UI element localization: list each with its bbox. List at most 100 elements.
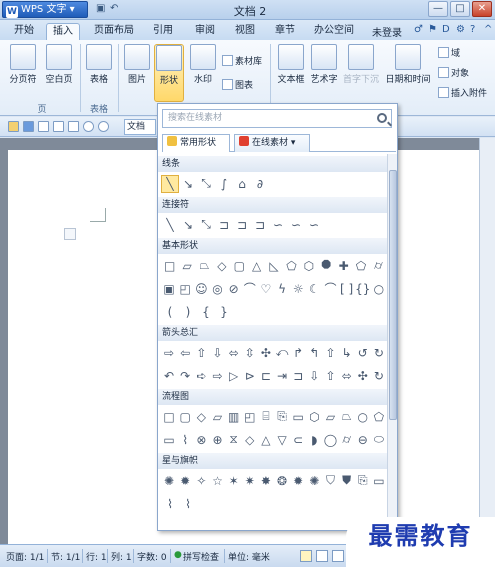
- pentagon-shape-icon[interactable]: ⬠: [283, 257, 300, 275]
- web-view-icon[interactable]: [332, 550, 344, 562]
- cross-shape-icon[interactable]: ✚: [335, 257, 352, 275]
- arrow-shape-icon[interactable]: ⇥: [274, 367, 290, 385]
- wave-shape-icon[interactable]: ⌇: [179, 495, 197, 513]
- connector-shape-icon[interactable]: ∽: [269, 216, 287, 234]
- connector-shape-icon[interactable]: ∽: [305, 216, 323, 234]
- arrow-shape-icon[interactable]: ▷: [226, 367, 242, 385]
- arrow-shape-icon[interactable]: ↰: [306, 344, 322, 362]
- connector-shape-icon[interactable]: ∽: [287, 216, 305, 234]
- object-button[interactable]: 对象: [438, 66, 469, 79]
- arrow-shape-icon[interactable]: ↳: [339, 344, 355, 362]
- flow-manual-op-icon[interactable]: ⏢: [339, 408, 355, 426]
- attachment-button[interactable]: 插入附件: [438, 86, 487, 99]
- star-shape-icon[interactable]: ❂: [274, 472, 290, 490]
- print-preview-icon[interactable]: [53, 121, 64, 132]
- explosion-shape-icon[interactable]: ✹: [177, 472, 193, 490]
- status-page[interactable]: 页面: 1/1: [6, 550, 44, 563]
- left-bracket-shape-icon[interactable]: (: [161, 303, 179, 321]
- double-arrow-line-shape-icon[interactable]: ⤡: [197, 175, 215, 193]
- right-bracket-shape-icon[interactable]: ): [179, 303, 197, 321]
- maximize-button[interactable]: □: [450, 1, 470, 17]
- connector-shape-icon[interactable]: ⤡: [197, 216, 215, 234]
- flow-or-icon[interactable]: ⊕: [209, 431, 225, 449]
- arrow-shape-icon[interactable]: ⬄: [339, 367, 355, 385]
- octagon-shape-icon[interactable]: ○: [371, 280, 387, 298]
- octagon-shape-icon[interactable]: ⯃: [318, 257, 335, 275]
- drop-cap-button[interactable]: 首字下沉: [342, 44, 380, 85]
- rounded-rect-shape-icon[interactable]: ▢: [231, 257, 248, 275]
- arrow-shape-icon[interactable]: ↻: [371, 344, 387, 362]
- trapezoid-shape-icon[interactable]: ⏢: [196, 257, 213, 275]
- left-right-arrow-shape-icon[interactable]: ⬄: [226, 344, 242, 362]
- arc-shape-icon[interactable]: ⌒: [322, 280, 338, 298]
- down-arrow-shape-icon[interactable]: ⇩: [209, 344, 225, 362]
- tab-review[interactable]: 审阅: [190, 23, 220, 40]
- arc-shape-icon[interactable]: ⌒: [242, 280, 258, 298]
- connector-shape-icon[interactable]: ⊐: [233, 216, 251, 234]
- flow-multidoc-icon[interactable]: ⎘: [274, 408, 290, 426]
- hexagon-shape-icon[interactable]: ⬡: [300, 257, 317, 275]
- flow-tape-icon[interactable]: ⌇: [177, 431, 193, 449]
- sun-shape-icon[interactable]: ☼: [290, 280, 306, 298]
- arrow-shape-icon[interactable]: ↷: [177, 367, 193, 385]
- arrow-shape-icon[interactable]: ⤺: [274, 344, 290, 362]
- skin-icon[interactable]: ⚑: [428, 24, 437, 35]
- picture-button[interactable]: 图片: [124, 44, 150, 85]
- dropdown-scrollbar[interactable]: [387, 154, 397, 530]
- cylinder-shape-icon[interactable]: ⌭: [370, 257, 387, 275]
- star-shape-icon[interactable]: ✺: [306, 472, 322, 490]
- shape-button[interactable]: 形状: [154, 44, 184, 102]
- flow-stored-data-icon[interactable]: ⊂: [290, 431, 306, 449]
- bracket-shape-icon[interactable]: [ ]: [339, 280, 355, 298]
- status-unit[interactable]: 单位: 毫米: [228, 550, 270, 563]
- flow-decision-icon[interactable]: ◇: [193, 408, 209, 426]
- field-button[interactable]: 域: [438, 46, 460, 59]
- folded-corner-shape-icon[interactable]: ◰: [177, 280, 193, 298]
- tab-chapter[interactable]: 章节: [270, 23, 300, 40]
- tab-reference[interactable]: 引用: [148, 23, 178, 40]
- chart-button[interactable]: 图表: [222, 78, 253, 91]
- triangle-shape-icon[interactable]: △: [248, 257, 265, 275]
- flow-terminator-icon[interactable]: ▭: [290, 408, 306, 426]
- outline-view-icon[interactable]: [316, 550, 328, 562]
- flow-collate-icon[interactable]: ⧖: [226, 431, 242, 449]
- arrow-shape-icon[interactable]: ↱: [290, 344, 306, 362]
- wordart-button[interactable]: 艺术字: [310, 44, 338, 85]
- tab-view[interactable]: 视图: [230, 23, 260, 40]
- pentagon-shape-icon[interactable]: ⬠: [352, 257, 369, 275]
- left-brace-shape-icon[interactable]: {: [197, 303, 215, 321]
- star-shape-icon[interactable]: ✷: [242, 472, 258, 490]
- heart-shape-icon[interactable]: ♡: [258, 280, 274, 298]
- scrollbar-thumb[interactable]: [389, 170, 397, 420]
- scribble-shape-icon[interactable]: ∂: [251, 175, 269, 193]
- flow-internal-storage-icon[interactable]: ◰: [242, 408, 258, 426]
- freeform-shape-icon[interactable]: ⌂: [233, 175, 251, 193]
- lightning-shape-icon[interactable]: ϟ: [274, 280, 290, 298]
- star-shape-icon[interactable]: ✧: [193, 472, 209, 490]
- settings-icon[interactable]: ⚙: [456, 24, 465, 35]
- flow-extract-icon[interactable]: △: [258, 431, 274, 449]
- frame-shape-icon[interactable]: ▣: [161, 280, 177, 298]
- flow-data-icon[interactable]: ▱: [209, 408, 225, 426]
- diamond-shape-icon[interactable]: ◇: [213, 257, 230, 275]
- connector-shape-icon[interactable]: ↘: [179, 216, 197, 234]
- star-shape-icon[interactable]: ☆: [209, 472, 225, 490]
- minimize-button[interactable]: —: [428, 1, 448, 17]
- curve-shape-icon[interactable]: ∫: [215, 175, 233, 193]
- textbox-button[interactable]: 文本框: [276, 44, 306, 85]
- watermark-button[interactable]: 水印: [190, 44, 216, 85]
- table-button[interactable]: 表格: [86, 44, 112, 85]
- arrow-shape-icon[interactable]: ➪: [193, 367, 209, 385]
- left-arrow-shape-icon[interactable]: ⇦: [177, 344, 193, 362]
- arrow-shape-icon[interactable]: ↺: [355, 344, 371, 362]
- wave-shape-icon[interactable]: ⌇: [161, 495, 179, 513]
- undo-icon[interactable]: [83, 121, 94, 132]
- format-painter-icon[interactable]: [68, 121, 79, 132]
- material-library-button[interactable]: 素材库: [222, 54, 262, 67]
- line-shape-icon[interactable]: ╲: [161, 174, 179, 193]
- blank-page-button[interactable]: 空白页: [42, 44, 76, 85]
- up-down-arrow-shape-icon[interactable]: ⇳: [242, 344, 258, 362]
- flow-alt-process-icon[interactable]: ▢: [177, 408, 193, 426]
- arrow-shape-icon[interactable]: ↶: [161, 367, 177, 385]
- connector-shape-icon[interactable]: ⊐: [215, 216, 233, 234]
